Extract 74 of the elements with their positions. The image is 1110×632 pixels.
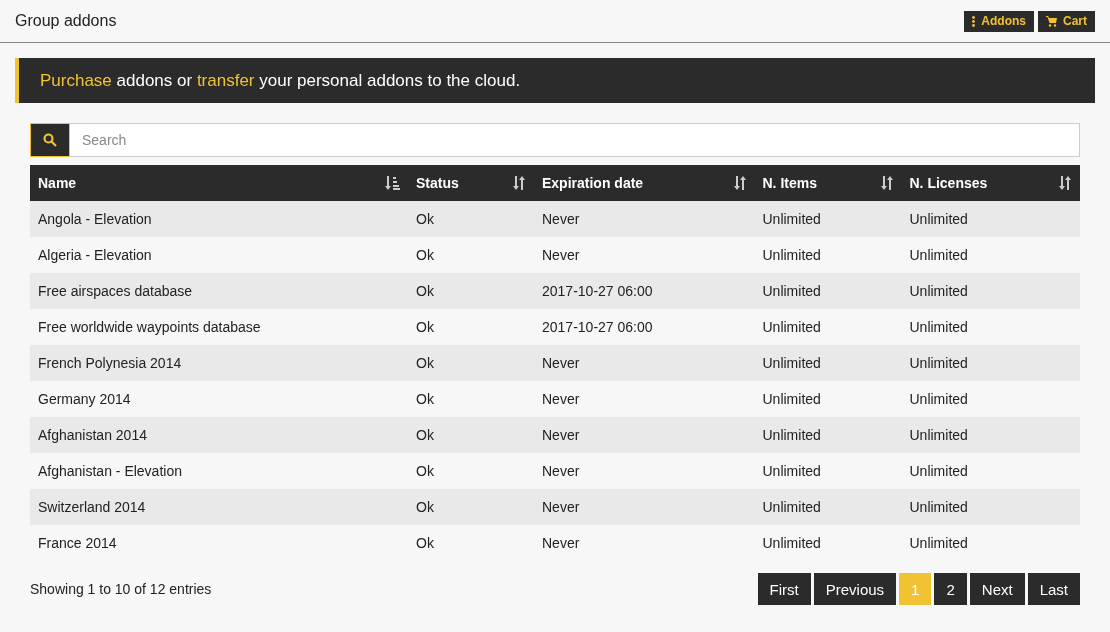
column-header[interactable]: Name xyxy=(30,165,408,201)
table-cell: Ok xyxy=(408,273,534,309)
table-cell: Unlimited xyxy=(754,489,902,525)
table-cell: Never xyxy=(534,417,755,453)
column-header[interactable]: N. Licenses xyxy=(901,165,1080,201)
table-cell: Unlimited xyxy=(901,525,1080,561)
page-title: Group addons xyxy=(15,12,117,30)
page-button[interactable]: Previous xyxy=(813,573,897,605)
sort-ascending-icon[interactable] xyxy=(384,176,400,190)
table-cell: Unlimited xyxy=(901,453,1080,489)
table-cell: Afghanistan - Elevation xyxy=(30,453,408,489)
table-cell: Unlimited xyxy=(754,273,902,309)
table-cell: Ok xyxy=(408,489,534,525)
table-cell: Ok xyxy=(408,525,534,561)
sort-icon[interactable] xyxy=(879,176,894,190)
table-cell: Unlimited xyxy=(754,417,902,453)
page-button[interactable]: Last xyxy=(1027,573,1080,605)
table-cell: Unlimited xyxy=(901,309,1080,345)
table-cell: Unlimited xyxy=(754,525,902,561)
search-icon[interactable] xyxy=(30,123,70,157)
table-cell: Unlimited xyxy=(901,201,1080,237)
table-cell: Never xyxy=(534,381,755,417)
table-cell: Never xyxy=(534,201,755,237)
banner-text: Purchase addons or transfer your personal addons to the cloud. xyxy=(40,70,521,91)
sort-icon[interactable] xyxy=(732,176,747,190)
table-cell: Ok xyxy=(408,237,534,273)
table-cell: Unlimited xyxy=(901,381,1080,417)
table-cell: Switzerland 2014 xyxy=(30,489,408,525)
table-cell: Never xyxy=(534,489,755,525)
table-cell: Free worldwide waypoints database xyxy=(30,309,408,345)
column-header[interactable]: Status xyxy=(408,165,534,201)
table-cell: Ok xyxy=(408,417,534,453)
entries-info: Showing 1 to 10 of 12 entries xyxy=(30,581,212,597)
table-cell: Unlimited xyxy=(754,381,902,417)
cart-icon xyxy=(1046,15,1057,27)
table-cell: Unlimited xyxy=(901,273,1080,309)
sort-icon[interactable] xyxy=(512,176,526,190)
table-cell: Unlimited xyxy=(754,201,902,237)
table-cell: Germany 2014 xyxy=(30,381,408,417)
table-cell: Unlimited xyxy=(754,237,902,273)
table-cell: Never xyxy=(534,237,755,273)
table-cell: Never xyxy=(534,453,755,489)
table-cell: Ok xyxy=(408,381,534,417)
table-cell: Angola - Elevation xyxy=(30,201,408,237)
vertical-dots-icon xyxy=(972,15,976,27)
table-cell: Never xyxy=(534,525,755,561)
page-button[interactable]: Next xyxy=(969,573,1025,605)
table-cell: Ok xyxy=(408,201,534,237)
table-cell: 2017-10-27 06:00 xyxy=(534,309,755,345)
page-button[interactable]: 2 xyxy=(934,573,967,605)
search-field[interactable]: Search xyxy=(70,123,1080,157)
table-cell: Unlimited xyxy=(901,417,1080,453)
table-cell: Unlimited xyxy=(901,237,1080,273)
page-button[interactable]: First xyxy=(757,573,811,605)
table-cell: Unlimited xyxy=(901,345,1080,381)
sort-icon[interactable] xyxy=(1058,176,1072,190)
table-cell: Ok xyxy=(408,309,534,345)
table-cell: French Polynesia 2014 xyxy=(30,345,408,381)
table-cell: Unlimited xyxy=(754,345,902,381)
table-cell: Afghanistan 2014 xyxy=(30,417,408,453)
table-cell: Never xyxy=(534,345,755,381)
table-cell: 2017-10-27 06:00 xyxy=(534,273,755,309)
addons-button[interactable]: Addons xyxy=(964,10,1034,32)
table-cell: Algeria - Elevation xyxy=(30,237,408,273)
column-header[interactable]: N. Items xyxy=(754,165,902,201)
table-cell: Free airspaces database xyxy=(30,273,408,309)
column-header[interactable]: Expiration date xyxy=(534,165,755,201)
table-cell: Ok xyxy=(408,453,534,489)
table-cell: Unlimited xyxy=(754,453,902,489)
table-cell: France 2014 xyxy=(30,525,408,561)
table-cell: Ok xyxy=(408,345,534,381)
cart-button[interactable]: Cart xyxy=(1038,10,1095,32)
table-cell: Unlimited xyxy=(901,489,1080,525)
table-cell: Unlimited xyxy=(754,309,902,345)
